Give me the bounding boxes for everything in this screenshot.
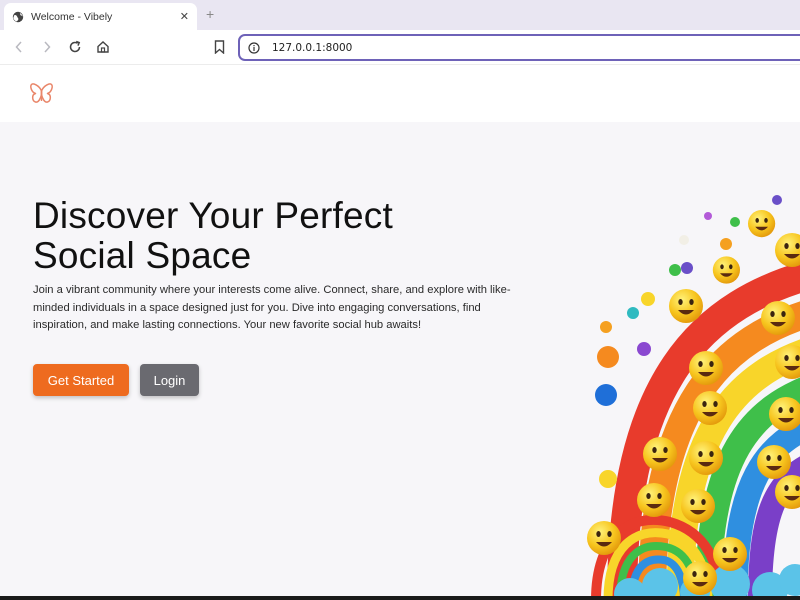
browser-tab-bar: Welcome - Vibely ✕ + [0,0,800,30]
rainbow-emoji-illustration [587,195,800,600]
site-header [0,65,800,122]
hero-section: Discover Your Perfect Social Space Join … [0,122,800,600]
headline-line-2: Social Space [33,235,252,276]
login-button[interactable]: Login [140,364,199,396]
bottom-edge [0,596,800,600]
chevron-right-icon[interactable] [38,38,56,56]
new-tab-button[interactable]: + [206,6,214,22]
reload-icon[interactable] [66,38,84,56]
address-bar[interactable]: 127.0.0.1:8000 [238,34,800,61]
hero-headline: Discover Your Perfect Social Space [33,196,503,276]
tab-close-icon[interactable]: ✕ [180,10,189,23]
browser-tab[interactable]: Welcome - Vibely ✕ [4,3,197,30]
tab-title: Welcome - Vibely [31,10,113,23]
bookmark-icon[interactable] [211,38,227,56]
browser-toolbar: 127.0.0.1:8000 [0,30,800,65]
hero-description: Join a vibrant community where your inte… [33,284,511,331]
butterfly-logo-icon[interactable] [29,82,54,105]
chevron-left-icon[interactable] [10,38,28,56]
headline-line-1: Discover Your Perfect [33,195,393,236]
url-text: 127.0.0.1:8000 [272,41,353,54]
info-icon[interactable] [248,41,260,54]
globe-icon [12,11,24,23]
get-started-button[interactable]: Get Started [33,364,129,396]
home-icon[interactable] [94,38,112,56]
